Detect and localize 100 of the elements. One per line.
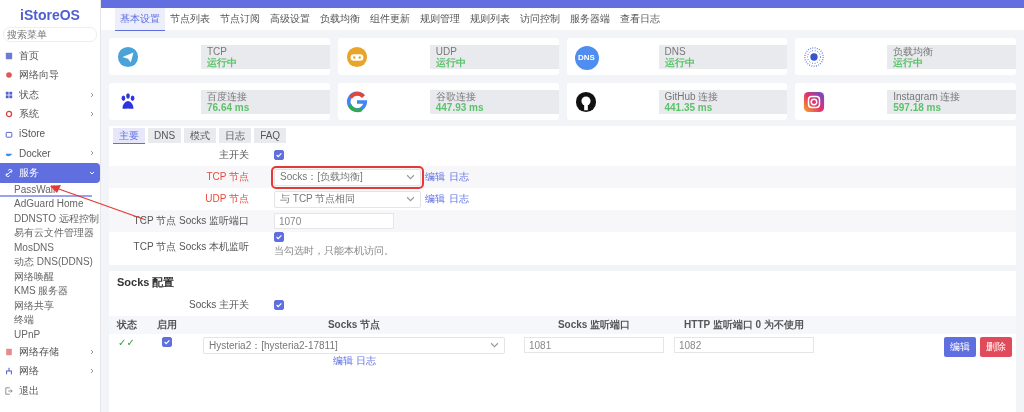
tab[interactable]: 节点列表: [165, 8, 215, 30]
link[interactable]: 日志: [355, 354, 376, 368]
column-header: Socks 节点: [326, 318, 382, 332]
camera-icon: [803, 90, 826, 113]
submenu-item[interactable]: MosDNS: [0, 240, 100, 255]
field-label: UDP 节点: [204, 192, 250, 206]
field-label: TCP 节点 Socks 本机监听: [132, 239, 250, 254]
dropdown[interactable]: Hysteria2：[hysteria2-17811]: [203, 337, 505, 354]
menu-item[interactable]: 系统: [0, 104, 100, 124]
status-value: 运行中: [893, 56, 924, 68]
link[interactable]: 日志: [449, 170, 469, 184]
tab[interactable]: 服务器端: [565, 8, 615, 30]
brand-logo: iStoreOS: [19, 6, 81, 25]
status-text: ✓✓: [118, 337, 135, 348]
checkbox[interactable]: [274, 150, 284, 160]
gamepad-icon: [345, 45, 368, 68]
status-label: GitHub 连接: [664, 90, 720, 102]
menu-item[interactable]: 服务: [0, 163, 100, 183]
menu-item[interactable]: 网络向导: [0, 65, 100, 85]
menu-item[interactable]: 状态: [0, 85, 100, 105]
tab[interactable]: 主要: [113, 128, 145, 144]
submenu-item[interactable]: 动态 DNS(DDNS): [0, 255, 100, 270]
status-value: 运行中: [664, 56, 696, 68]
g-letter-icon: [345, 90, 368, 113]
tab[interactable]: 组件更新: [365, 8, 415, 30]
field-label: Socks 主开关: [188, 298, 250, 312]
menu-item[interactable]: 网络存储: [0, 342, 100, 362]
status-label: TCP: [207, 45, 228, 57]
status-label: DNS: [664, 45, 687, 57]
field-label: TCP 节点: [205, 170, 250, 184]
menu-item[interactable]: iStore: [0, 124, 100, 144]
tab[interactable]: 模式: [184, 128, 217, 143]
tab[interactable]: 节点订阅: [215, 8, 265, 30]
search-field[interactable]: 搜索菜单: [3, 27, 97, 42]
menu-item[interactable]: 退出: [0, 381, 100, 401]
submenu-item[interactable]: KMS 服务器: [0, 284, 100, 299]
menu-item[interactable]: 网络: [0, 361, 100, 381]
submenu-item[interactable]: DDNSTO 远程控制: [0, 211, 100, 226]
network-icon: [5, 367, 13, 376]
logout-icon: [5, 386, 13, 395]
input-field[interactable]: 1082: [674, 337, 814, 353]
paper-plane-icon: [117, 45, 139, 68]
tab[interactable]: 高级设置: [265, 8, 315, 30]
column-header: HTTP 监听端口 0 为不使用: [683, 318, 805, 332]
home-icon: [5, 51, 13, 60]
delete-button[interactable]: 删除: [980, 337, 1012, 357]
checkbox[interactable]: [274, 232, 284, 242]
status-value: 447.93 ms: [435, 101, 485, 113]
dropdown[interactable]: 与 TCP 节点相同: [274, 190, 421, 208]
tab[interactable]: 日志: [219, 128, 252, 143]
status-value: 运行中: [435, 56, 467, 68]
tab[interactable]: 访问控制: [515, 8, 565, 30]
field-label: 主开关: [218, 148, 250, 162]
dropdown[interactable]: Socks：[负载均衡]: [274, 168, 421, 186]
caret-icon: [406, 173, 415, 181]
input-field[interactable]: 1081: [524, 337, 664, 353]
status-label: 百度连接: [207, 90, 248, 102]
tab[interactable]: 基本设置: [115, 7, 165, 31]
tab[interactable]: FAQ: [254, 128, 287, 143]
status-value: 441.35 ms: [664, 101, 713, 113]
submenu-item[interactable]: 终端: [0, 313, 100, 328]
menu-item[interactable]: 首页: [0, 46, 100, 66]
status-label: Instagram 连接: [893, 90, 962, 102]
tab[interactable]: 查看日志: [615, 8, 665, 30]
column-header: 状态: [115, 318, 138, 332]
grid-icon: [5, 90, 13, 99]
column-header: 启用: [155, 318, 178, 332]
storage-icon: [5, 347, 13, 356]
submenu-item[interactable]: AdGuard Home: [0, 197, 100, 212]
status-label: 谷歌连接: [435, 90, 477, 102]
tab[interactable]: DNS: [148, 128, 182, 143]
link[interactable]: 编辑: [332, 354, 353, 368]
tab[interactable]: 负载均衡: [315, 8, 365, 30]
submenu-item[interactable]: 易有云文件管理器: [0, 226, 100, 241]
caret-icon: [490, 342, 499, 349]
link[interactable]: 编辑: [425, 192, 445, 206]
submenu-item[interactable]: UPnP: [0, 327, 100, 342]
menu-item[interactable]: Docker: [0, 143, 100, 163]
caret-icon: [406, 195, 415, 203]
dns-icon: DNS: [574, 45, 599, 70]
submenu-item[interactable]: 网络唤醒: [0, 269, 100, 284]
checkbox[interactable]: [274, 300, 284, 310]
status-label: 负载均衡: [893, 45, 935, 57]
checkbox[interactable]: [161, 337, 172, 347]
status-value: 76.64 ms: [207, 101, 251, 113]
status-label: UDP: [435, 45, 458, 57]
dotted-circle-icon: [803, 45, 826, 68]
column-header: Socks 监听端口: [556, 318, 632, 332]
tab[interactable]: 规则列表: [465, 8, 515, 30]
link[interactable]: 日志: [449, 192, 469, 206]
link[interactable]: 编辑: [425, 170, 445, 184]
link-icon: [5, 168, 13, 177]
field-label: TCP 节点 Socks 监听端口: [132, 214, 250, 228]
edit-button[interactable]: 编辑: [944, 337, 976, 357]
section-title: Socks 配置: [116, 275, 176, 290]
hint-text: 当勾选时，只能本机访问。: [274, 244, 394, 258]
input-field[interactable]: 1070: [274, 213, 394, 229]
tab[interactable]: 规则管理: [415, 8, 465, 30]
submenu-item[interactable]: 网络共享: [0, 298, 100, 313]
status-value: 运行中: [207, 56, 238, 68]
